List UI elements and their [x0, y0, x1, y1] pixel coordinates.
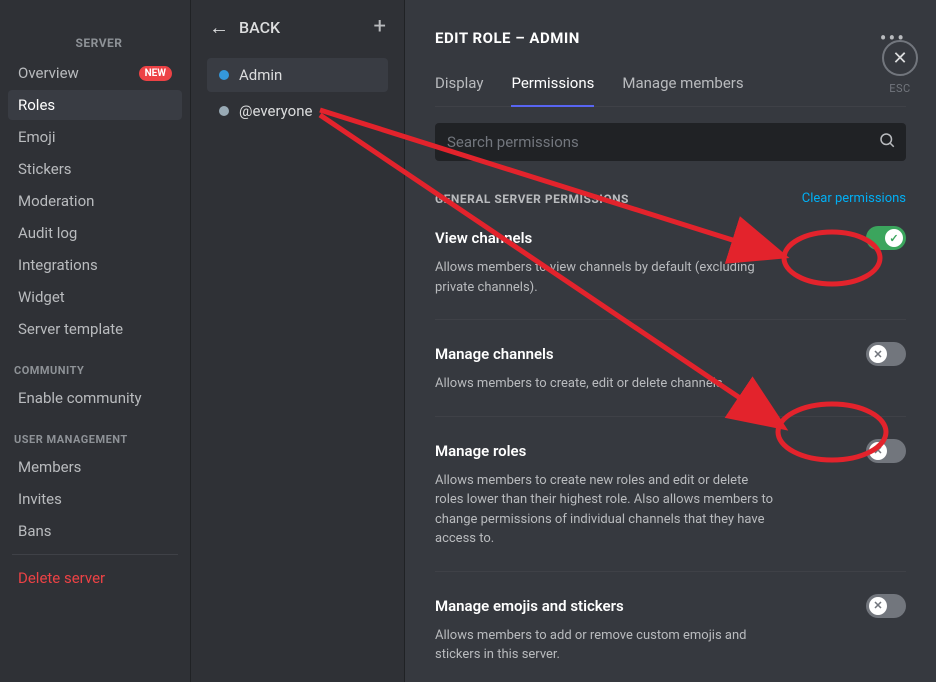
permission-row-manage-channels: Manage channels ✕ Allows members to crea…: [435, 342, 906, 417]
sidebar-header-server: SERVER: [8, 12, 182, 58]
edit-role-panel: EDIT ROLE – ADMIN ••• Display Permission…: [404, 0, 936, 682]
sidebar-item-bans[interactable]: Bans: [8, 516, 182, 546]
sidebar-item-label: Enable community: [18, 389, 142, 407]
tab-manage-members[interactable]: Manage members: [622, 66, 743, 106]
permission-row-manage-emojis: Manage emojis and stickers ✕ Allows memb…: [435, 594, 906, 682]
sidebar-item-label: Audit log: [18, 224, 77, 242]
sidebar-item-widget[interactable]: Widget: [8, 282, 182, 312]
permission-toggle[interactable]: ✕: [866, 342, 906, 366]
sidebar-item-label: Bans: [18, 522, 52, 540]
close-button[interactable]: ✕: [882, 40, 918, 76]
settings-sidebar: SERVER Overview NEW Roles Emoji Stickers…: [0, 0, 190, 682]
sidebar-item-enable-community[interactable]: Enable community: [8, 383, 182, 413]
page-title: EDIT ROLE – ADMIN: [435, 29, 580, 47]
close-icon: ✕: [892, 48, 907, 69]
sidebar-item-roles[interactable]: Roles: [8, 90, 182, 120]
close-area: ✕ ESC: [882, 40, 918, 95]
sidebar-item-emoji[interactable]: Emoji: [8, 122, 182, 152]
sidebar-item-label: Integrations: [18, 256, 98, 274]
sidebar-item-label: Overview: [18, 64, 79, 82]
add-role-button[interactable]: +: [374, 16, 386, 38]
permission-description: Allows members to add or remove custom e…: [435, 626, 775, 665]
permission-description: Allows members to view channels by defau…: [435, 258, 775, 297]
permission-toggle[interactable]: ✕: [866, 439, 906, 463]
role-item-admin[interactable]: Admin: [207, 58, 388, 92]
role-color-dot: [219, 70, 229, 80]
permission-name: Manage channels: [435, 345, 554, 363]
back-label: BACK: [239, 18, 280, 37]
permission-group-title: GENERAL SERVER PERMISSIONS: [435, 192, 629, 206]
permission-name: Manage emojis and stickers: [435, 597, 624, 615]
sidebar-header-community: COMMUNITY: [8, 346, 182, 383]
sidebar-item-invites[interactable]: Invites: [8, 484, 182, 514]
sidebar-item-label: Emoji: [18, 128, 55, 146]
esc-label: ESC: [882, 82, 918, 95]
arrow-left-icon: ←: [209, 17, 229, 37]
x-icon: ✕: [869, 442, 887, 460]
clear-permissions-link[interactable]: Clear permissions: [802, 191, 906, 206]
sidebar-item-integrations[interactable]: Integrations: [8, 250, 182, 280]
sidebar-item-label: Widget: [18, 288, 65, 306]
role-color-dot: [219, 106, 229, 116]
search-permissions-input[interactable]: [435, 123, 906, 161]
search-icon: [878, 131, 896, 153]
sidebar-item-delete-server[interactable]: Delete server: [8, 563, 182, 593]
sidebar-item-label: Roles: [18, 96, 55, 114]
sidebar-item-label: Moderation: [18, 192, 94, 210]
sidebar-item-server-template[interactable]: Server template: [8, 314, 182, 344]
new-badge: NEW: [139, 66, 172, 81]
divider: [12, 554, 178, 555]
sidebar-item-label: Delete server: [18, 569, 105, 587]
sidebar-item-moderation[interactable]: Moderation: [8, 186, 182, 216]
sidebar-item-label: Invites: [18, 490, 62, 508]
sidebar-header-user-management: USER MANAGEMENT: [8, 415, 182, 452]
permission-toggle[interactable]: ✓: [866, 226, 906, 250]
permission-row-manage-roles: Manage roles ✕ Allows members to create …: [435, 439, 906, 572]
role-name: @everyone: [239, 102, 312, 120]
x-icon: ✕: [869, 345, 887, 363]
sidebar-item-label: Stickers: [18, 160, 72, 178]
x-icon: ✕: [869, 597, 887, 615]
sidebar-item-audit-log[interactable]: Audit log: [8, 218, 182, 248]
role-name: Admin: [239, 66, 282, 84]
permission-name: View channels: [435, 229, 532, 247]
check-icon: ✓: [885, 229, 903, 247]
back-button[interactable]: ← BACK: [209, 17, 280, 37]
tabs: Display Permissions Manage members: [435, 66, 906, 107]
tab-display[interactable]: Display: [435, 66, 483, 106]
permission-description: Allows members to create, edit or delete…: [435, 374, 775, 394]
permission-name: Manage roles: [435, 442, 526, 460]
sidebar-item-overview[interactable]: Overview NEW: [8, 58, 182, 88]
permission-description: Allows members to create new roles and e…: [435, 471, 775, 549]
role-list-column: ← BACK + Admin @everyone: [190, 0, 404, 682]
role-item-everyone[interactable]: @everyone: [207, 94, 388, 128]
sidebar-item-label: Server template: [18, 320, 123, 338]
permission-row-view-channels: View channels ✓ Allows members to view c…: [435, 226, 906, 320]
sidebar-item-label: Members: [18, 458, 81, 476]
sidebar-item-members[interactable]: Members: [8, 452, 182, 482]
sidebar-item-stickers[interactable]: Stickers: [8, 154, 182, 184]
permission-toggle[interactable]: ✕: [866, 594, 906, 618]
tab-permissions[interactable]: Permissions: [511, 66, 594, 106]
